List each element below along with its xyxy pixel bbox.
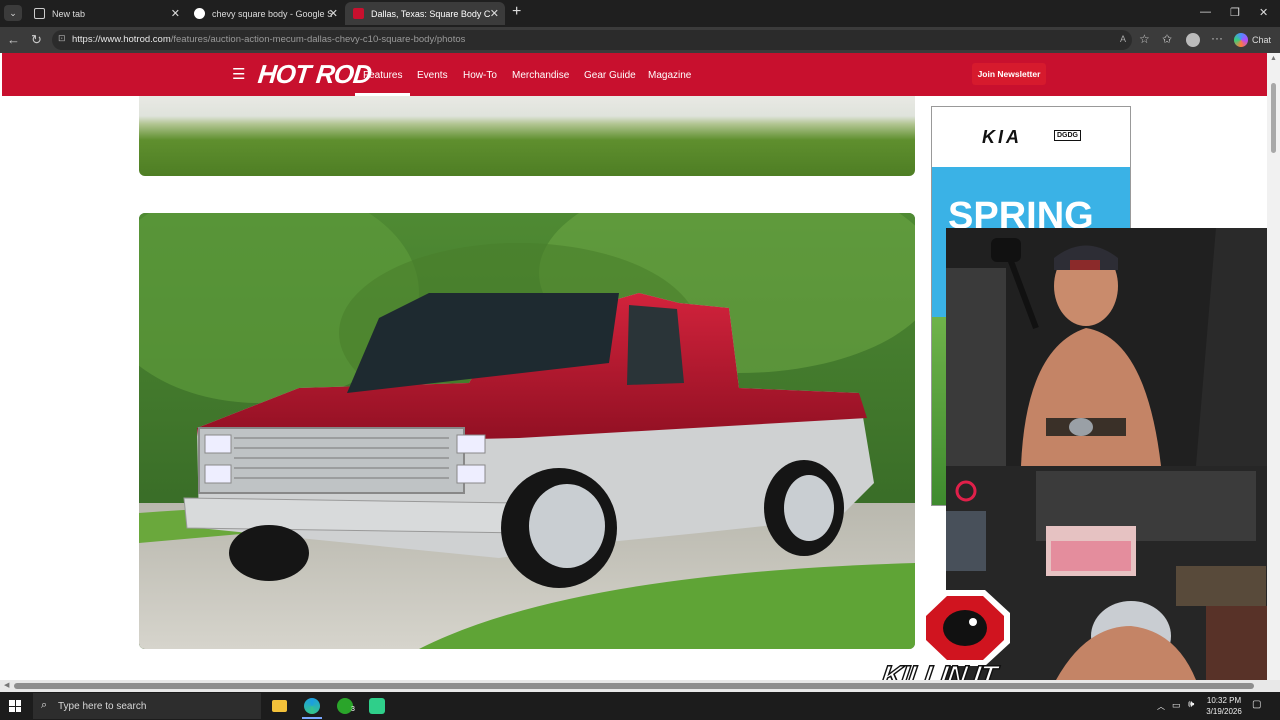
gallery-photo-previous[interactable] bbox=[139, 96, 915, 176]
vertical-scrollbar[interactable]: ▲ bbox=[1267, 53, 1280, 680]
google-icon bbox=[194, 8, 205, 19]
url-domain: https://www.hotrod.com bbox=[72, 34, 171, 45]
favorites-icon[interactable]: ✩ bbox=[1162, 32, 1172, 46]
webcam-scene bbox=[946, 228, 1280, 466]
hotrod-icon bbox=[353, 8, 364, 19]
nav-how-to[interactable]: How-To bbox=[463, 70, 497, 81]
tab-google-search[interactable]: chevy square body - Google Search ✕ bbox=[186, 2, 344, 25]
horizontal-scrollbar-thumb[interactable] bbox=[14, 683, 1254, 689]
tab-new-tab[interactable]: New tab ✕ bbox=[26, 2, 186, 25]
taskbar-active-indicator bbox=[302, 717, 322, 719]
volume-icon[interactable]: 🕪 bbox=[1188, 699, 1194, 710]
scroll-left-icon[interactable]: ◀ bbox=[4, 681, 9, 689]
close-icon[interactable]: ✕ bbox=[490, 7, 499, 20]
more-icon[interactable]: ··· bbox=[1211, 31, 1223, 45]
edge-browser-icon[interactable] bbox=[304, 698, 320, 714]
menu-icon[interactable]: ☰ bbox=[232, 65, 245, 83]
site-info-icon[interactable]: ⊡ bbox=[58, 33, 66, 44]
url-path: /features/auction-action-mecum-dallas-ch… bbox=[170, 34, 466, 45]
chat-button[interactable]: Chat bbox=[1252, 35, 1271, 45]
windows-start-icon[interactable] bbox=[9, 700, 21, 712]
taskbar-search-placeholder: Type here to search bbox=[58, 701, 147, 712]
nav-magazine[interactable]: Magazine bbox=[648, 70, 691, 81]
read-aloud-icon[interactable]: A bbox=[1120, 34, 1126, 44]
browser-tab-bar: ⌄ New tab ✕ chevy square body - Google S… bbox=[0, 0, 1280, 27]
tab-label: New tab bbox=[52, 8, 86, 19]
webcam-overlay-streamer bbox=[946, 228, 1280, 466]
close-icon[interactable]: ✕ bbox=[171, 7, 180, 20]
address-bar-row: ← ↻ ⊡ https://www.hotrod.com/features/au… bbox=[0, 27, 1280, 53]
truck-photo-illustration bbox=[139, 213, 915, 649]
nav-gear-guide[interactable]: Gear Guide bbox=[584, 70, 636, 81]
close-window-icon[interactable]: ✕ bbox=[1259, 6, 1268, 19]
gallery-photo-truck[interactable] bbox=[139, 213, 915, 649]
close-icon[interactable]: ✕ bbox=[329, 7, 338, 20]
network-icon[interactable]: ▭ bbox=[1172, 700, 1181, 711]
nav-merchandise[interactable]: Merchandise bbox=[512, 70, 569, 81]
vertical-scrollbar-thumb[interactable] bbox=[1271, 83, 1276, 153]
refresh-icon[interactable]: ↻ bbox=[31, 32, 42, 48]
url-text: https://www.hotrod.com/features/auction-… bbox=[72, 34, 465, 45]
file-explorer-icon[interactable] bbox=[272, 700, 287, 712]
dealer-badge: DGDG bbox=[1054, 130, 1081, 141]
clock-time: 10:32 PM bbox=[1206, 696, 1242, 705]
nav-features[interactable]: Features bbox=[363, 70, 402, 81]
tab-list-button[interactable]: ⌄ bbox=[4, 5, 22, 21]
taskbar-search-box[interactable]: ⌕ Type here to search bbox=[33, 693, 261, 719]
app-icon[interactable] bbox=[369, 698, 385, 714]
stream-logo bbox=[915, 588, 1015, 668]
clock-date: 3/19/2026 bbox=[1206, 707, 1242, 716]
search-icon: ⌕ bbox=[41, 699, 48, 711]
notifications-icon[interactable]: ▢ bbox=[1252, 699, 1261, 710]
horizontal-scrollbar[interactable]: ◀ bbox=[0, 680, 1280, 692]
minimize-icon[interactable]: — bbox=[1200, 6, 1211, 18]
favorite-star-icon[interactable]: ☆ bbox=[1139, 32, 1150, 46]
killin-it-emblem-icon bbox=[920, 590, 1010, 666]
back-icon[interactable]: ← bbox=[7, 32, 20, 47]
tab-label: chevy square body - Google Search bbox=[212, 8, 332, 19]
scroll-up-icon[interactable]: ▲ bbox=[1270, 55, 1277, 62]
site-logo[interactable]: HOT ROD bbox=[256, 59, 372, 90]
join-newsletter-button[interactable]: Join Newsletter bbox=[972, 63, 1046, 85]
profile-avatar[interactable] bbox=[1186, 33, 1200, 47]
nav-events[interactable]: Events bbox=[417, 70, 448, 81]
copilot-icon[interactable] bbox=[1234, 33, 1248, 47]
site-header: ☰ HOT ROD Features Events How-To Merchan… bbox=[2, 53, 1267, 96]
tab-hotrod[interactable]: Dallas, Texas: Square Body Chevy C10 ✕ bbox=[345, 2, 505, 25]
clock[interactable]: 10:32 PM 3/19/2026 bbox=[1201, 696, 1247, 716]
restore-icon[interactable]: ❐ bbox=[1230, 6, 1240, 19]
page-icon bbox=[34, 8, 45, 19]
windows-taskbar: ⌕ Type here to search 3 ︿ ▭ 🕪 10:32 PM 3… bbox=[0, 692, 1280, 720]
url-field[interactable]: ⊡ https://www.hotrod.com/features/auctio… bbox=[52, 30, 1132, 50]
kia-logo: KIA bbox=[982, 127, 1022, 147]
tab-label: Dallas, Texas: Square Body Chevy C10 bbox=[371, 8, 491, 19]
xbox-badge: 3 bbox=[351, 706, 355, 713]
show-hidden-icons[interactable]: ︿ bbox=[1157, 701, 1165, 712]
new-tab-button[interactable]: + bbox=[512, 3, 521, 21]
